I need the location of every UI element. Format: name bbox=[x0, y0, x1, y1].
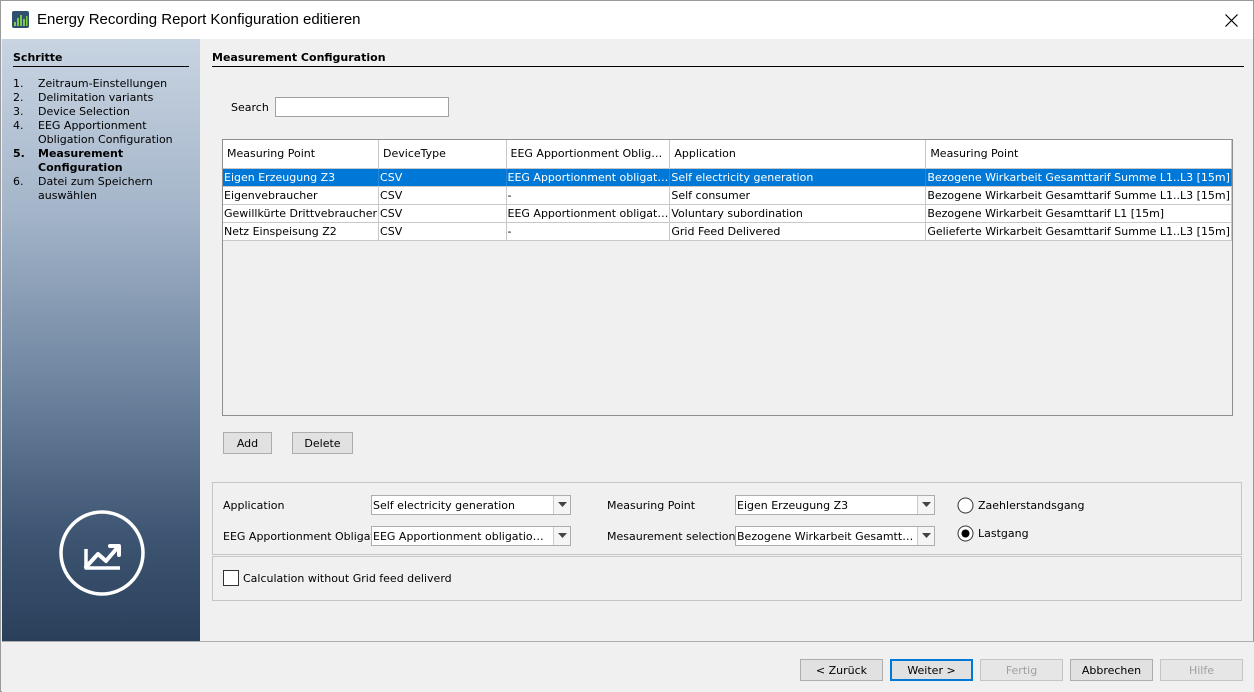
measurement-selection-label: Mesaurement selection bbox=[607, 530, 736, 543]
column-header-measuring-point-2[interactable]: Measuring Point bbox=[925, 140, 1232, 169]
table-row-selected[interactable]: Eigen Erzeugung Z3 CSV EEG Apportionment… bbox=[223, 168, 1232, 187]
chart-app-icon bbox=[12, 11, 29, 28]
wizard-footer: < Zurück Weiter > Fertig Abbrechen Hilfe bbox=[2, 641, 1254, 692]
calc-without-grid-feed-checkbox[interactable]: Calculation without Grid feed deliverd bbox=[223, 570, 452, 586]
table-row[interactable]: Eigenvebraucher CSV - Self consumer Bezo… bbox=[223, 186, 1232, 205]
table-cell: EEG Apportionment obligat… bbox=[506, 204, 671, 223]
measuring-point-select-value: Eigen Erzeugung Z3 bbox=[737, 499, 849, 512]
radio-checked-icon bbox=[957, 525, 974, 542]
table-cell: CSV bbox=[378, 204, 507, 223]
calc-without-grid-feed-label: Calculation without Grid feed deliverd bbox=[243, 571, 452, 585]
measurement-config-group: Application Self electricity generation … bbox=[212, 482, 1242, 555]
table-row[interactable]: Netz Einspeisung Z2 CSV - Grid Feed Deli… bbox=[223, 222, 1232, 241]
delete-button[interactable]: Delete bbox=[292, 432, 353, 454]
eeg-obligation-select-value: EEG Apportionment obligation 40% bbox=[373, 530, 550, 543]
close-button[interactable] bbox=[1209, 1, 1253, 39]
table-cell: Self consumer bbox=[669, 186, 927, 205]
step-item: 3. Device Selection bbox=[13, 105, 193, 119]
table-row[interactable]: Gewillkürte Drittvebraucher CSV EEG Appo… bbox=[223, 204, 1232, 223]
table-cell: - bbox=[506, 222, 671, 241]
chevron-down-icon bbox=[553, 527, 570, 545]
step-number: 1. bbox=[13, 77, 24, 90]
table-cell: CSV bbox=[378, 168, 507, 187]
radio-unchecked-icon bbox=[957, 497, 974, 514]
radio-counter-reading-label: Zaehlerstandsgang bbox=[978, 499, 1085, 512]
table-cell: Bezogene Wirkarbeit Gesamttarif Summe L1… bbox=[925, 168, 1232, 187]
table-cell: Grid Feed Delivered bbox=[669, 222, 927, 241]
column-header-device-type[interactable]: DeviceType bbox=[378, 140, 507, 169]
step-label: Measurement Configuration bbox=[38, 147, 124, 174]
step-number: 4. bbox=[13, 119, 24, 132]
finish-button[interactable]: Fertig bbox=[980, 659, 1063, 681]
measurement-selection-select-value: Bezogene Wirkarbeit Gesamttarif … bbox=[737, 530, 914, 543]
search-input[interactable] bbox=[275, 97, 449, 117]
radio-load-profile-label: Lastgang bbox=[978, 527, 1029, 540]
table-cell: Gewillkürte Drittvebraucher bbox=[223, 204, 380, 223]
application-select[interactable]: Self electricity generation bbox=[371, 495, 571, 515]
step-item: 6. Datei zum Speichern auswählen bbox=[13, 175, 193, 203]
back-button[interactable]: < Zurück bbox=[800, 659, 883, 681]
steps-sidebar: Schritte 1. Zeitraum-Einstellungen 2. Deli… bbox=[2, 39, 200, 641]
radio-counter-reading[interactable]: Zaehlerstandsgang bbox=[957, 497, 1085, 514]
steps-list: 1. Zeitraum-Einstellungen 2. Delimitation … bbox=[13, 77, 193, 203]
step-label: Delimitation variants bbox=[38, 91, 154, 104]
column-header-eeg-obligation[interactable]: EEG Apportionment Oblig… bbox=[506, 140, 671, 169]
window-title: Energy Recording Report Konfiguration ed… bbox=[37, 11, 361, 28]
search-label: Search bbox=[231, 101, 269, 114]
help-button[interactable]: Hilfe bbox=[1160, 659, 1243, 681]
step-label: Device Selection bbox=[38, 105, 130, 118]
step-item: 1. Zeitraum-Einstellungen bbox=[13, 77, 193, 91]
measurement-selection-select[interactable]: Bezogene Wirkarbeit Gesamttarif … bbox=[735, 526, 935, 546]
step-number: 3. bbox=[13, 105, 24, 118]
trend-chart-icon bbox=[58, 509, 146, 597]
measuring-point-label: Measuring Point bbox=[607, 499, 696, 512]
application-select-value: Self electricity generation bbox=[373, 499, 515, 512]
table-cell: EEG Apportionment obligat… bbox=[506, 168, 671, 187]
measurement-table: Measuring Point DeviceType EEG Apportion… bbox=[222, 139, 1233, 416]
steps-heading: Schritte bbox=[13, 51, 189, 67]
table-cell: Netz Einspeisung Z2 bbox=[223, 222, 380, 241]
chevron-down-icon bbox=[917, 527, 934, 545]
application-label: Application bbox=[223, 499, 285, 512]
table-cell: Gelieferte Wirkarbeit Gesamttarif Summe … bbox=[925, 222, 1232, 241]
cancel-button[interactable]: Abbrechen bbox=[1070, 659, 1153, 681]
step-item: 2. Delimitation variants bbox=[13, 91, 193, 105]
title-bar: Energy Recording Report Konfiguration ed… bbox=[1, 1, 1253, 39]
column-header-application[interactable]: Application bbox=[669, 140, 927, 169]
table-cell: Eigenvebraucher bbox=[223, 186, 380, 205]
step-label: Datei zum Speichern auswählen bbox=[38, 175, 153, 202]
checkbox-unchecked-icon bbox=[223, 570, 239, 586]
dialog-window: Energy Recording Report Konfiguration ed… bbox=[0, 0, 1254, 692]
eeg-obligation-select[interactable]: EEG Apportionment obligation 40% bbox=[371, 526, 571, 546]
measuring-point-select[interactable]: Eigen Erzeugung Z3 bbox=[735, 495, 935, 515]
table-cell: Eigen Erzeugung Z3 bbox=[223, 168, 380, 187]
step-number: 5. bbox=[13, 147, 25, 160]
table-cell: CSV bbox=[378, 222, 507, 241]
step-number: 6. bbox=[13, 175, 24, 188]
radio-load-profile[interactable]: Lastgang bbox=[957, 525, 1029, 542]
table-cell: CSV bbox=[378, 186, 507, 205]
eeg-obligation-label: EEG Apportionment Obligation bbox=[223, 530, 392, 543]
add-button[interactable]: Add bbox=[223, 432, 272, 454]
column-header-measuring-point[interactable]: Measuring Point bbox=[223, 140, 380, 169]
step-item: 4. EEG Apportionment Obligation Configura… bbox=[13, 119, 193, 147]
main-panel: Measurement Configuration Search Measuri… bbox=[200, 39, 1253, 641]
table-cell: - bbox=[506, 186, 671, 205]
chevron-down-icon bbox=[553, 496, 570, 514]
chevron-down-icon bbox=[917, 496, 934, 514]
table-cell: Voluntary subordination bbox=[669, 204, 927, 223]
section-title: Measurement Configuration bbox=[212, 51, 1244, 67]
next-button[interactable]: Weiter > bbox=[890, 659, 973, 681]
table-cell: Bezogene Wirkarbeit Gesamttarif L1 [15m] bbox=[925, 204, 1232, 223]
step-number: 2. bbox=[13, 91, 24, 104]
table-cell: Bezogene Wirkarbeit Gesamttarif Summe L1… bbox=[925, 186, 1232, 205]
table-header-row: Measuring Point DeviceType EEG Apportion… bbox=[223, 140, 1232, 169]
close-icon bbox=[1225, 14, 1238, 27]
step-item-current: 5. Measurement Configuration bbox=[13, 147, 193, 175]
step-label: EEG Apportionment Obligation Configurati… bbox=[38, 119, 173, 146]
table-cell: Self electricity generation bbox=[669, 168, 927, 187]
options-group: Calculation without Grid feed deliverd bbox=[212, 556, 1242, 601]
step-label: Zeitraum-Einstellungen bbox=[38, 77, 168, 90]
